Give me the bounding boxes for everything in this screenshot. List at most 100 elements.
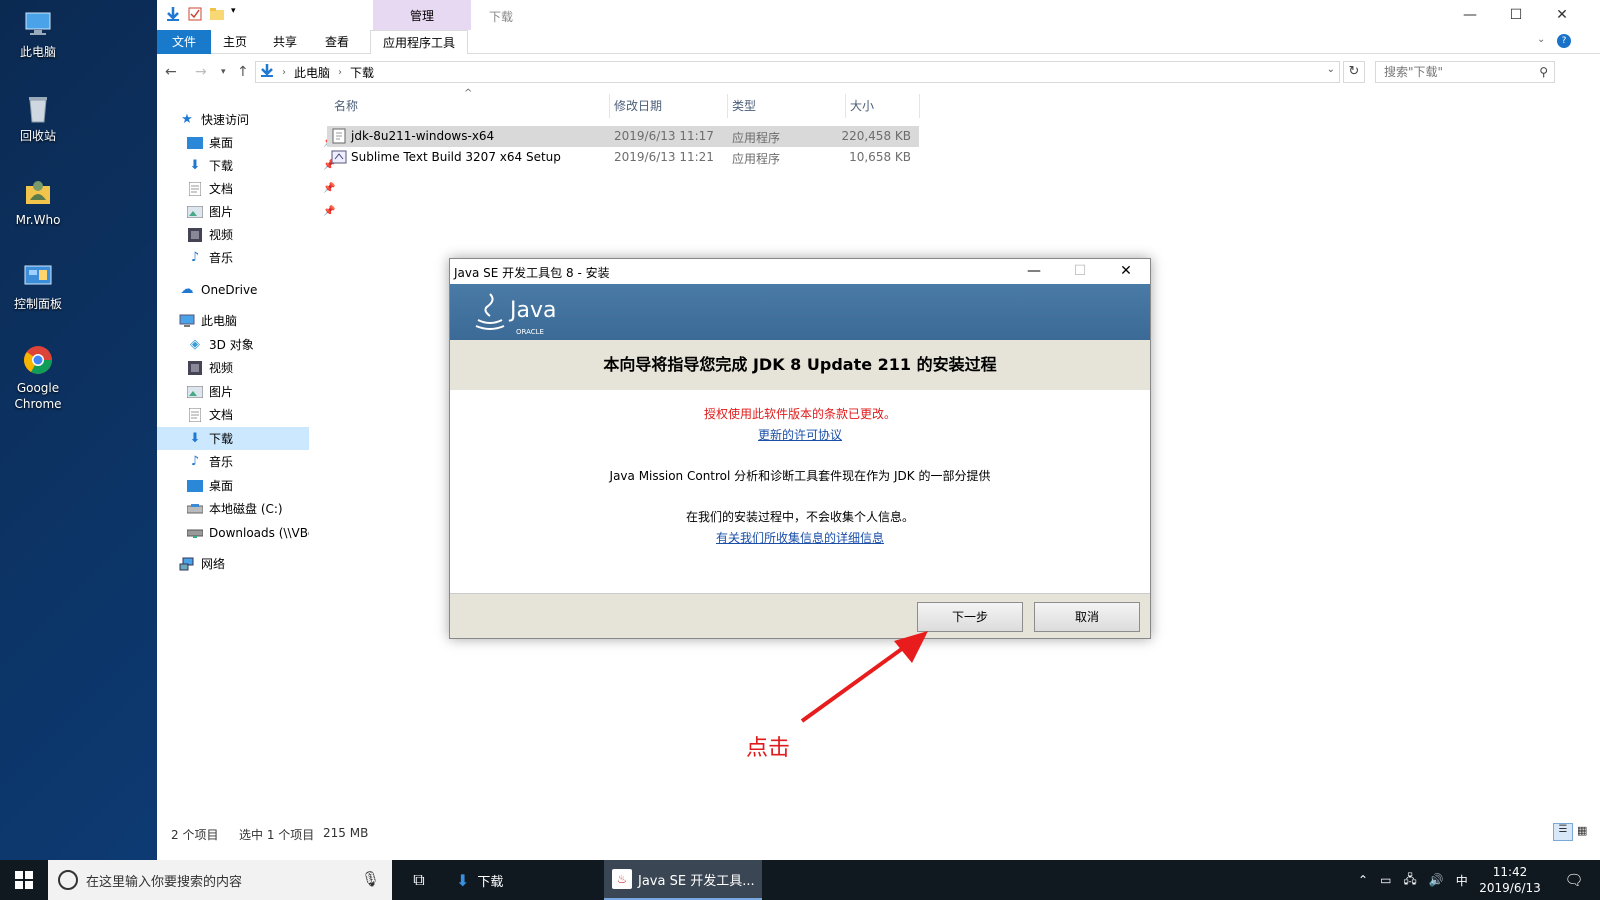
desktop-icon-label: 此电脑 [19,45,56,59]
notification-center-icon[interactable]: 🗨 [1562,860,1586,900]
column-name[interactable]: 名称 [334,94,358,118]
close-button[interactable]: ✕ [1539,0,1585,30]
column-divider[interactable] [845,94,846,118]
desktop-icon-user[interactable]: Mr.Who [8,176,68,228]
dialog-title: Java SE 开发工具包 8 - 安装 [454,266,610,280]
breadcrumb-this-pc[interactable]: 此电脑 [294,64,330,81]
microphone-icon[interactable]: 🎙 [361,870,380,888]
nav-quick-downloads[interactable]: ⬇ 下载 📌 [187,154,336,177]
dialog-maximize-button: ☐ [1073,263,1087,279]
nav-this-pc[interactable]: 此电脑 [179,309,237,332]
nav-documents[interactable]: 文档 [187,403,233,426]
forward-arrow-icon[interactable]: → [195,64,207,80]
download-arrow-icon[interactable] [165,6,181,22]
nav-desktop[interactable]: 桌面 [187,474,233,497]
column-date[interactable]: 修改日期 [614,94,662,118]
back-arrow-icon[interactable]: ← [165,64,177,80]
nav-quick-documents[interactable]: 文档 📌 [187,177,335,200]
nav-network-drive[interactable]: Downloads (\\VBo [187,521,309,544]
taskbar-search-placeholder: 在这里输入你要搜索的内容 [86,874,243,890]
new-folder-icon[interactable] [209,6,225,22]
cloud-icon: ☁ [180,282,194,297]
nav-downloads[interactable]: ⬇ 下载 [157,427,309,450]
desktop-icon-chrome[interactable]: Google Chrome [8,344,68,412]
column-divider[interactable] [727,94,728,118]
nav-videos[interactable]: 视频 [187,356,233,379]
tab-manage[interactable]: 管理 [373,0,471,30]
column-size[interactable]: 大小 [850,94,874,118]
nav-quick-pictures[interactable]: 图片 📌 [187,200,335,223]
address-dropdown-icon[interactable]: ⌄ [1327,64,1335,75]
video-icon [187,227,203,243]
column-type[interactable]: 类型 [732,94,756,118]
tab-share[interactable]: 共享 [265,30,305,54]
battery-icon[interactable]: ▭ [1380,873,1391,887]
ime-indicator[interactable]: 中 [1456,872,1468,889]
nav-local-disk[interactable]: 本地磁盘 (C:) [187,497,283,520]
setup-icon [331,149,347,168]
dialog-close-button[interactable]: ✕ [1104,259,1148,284]
cortana-icon [58,870,78,890]
help-icon[interactable]: ? [1557,34,1571,48]
tab-view[interactable]: 查看 [317,30,357,54]
nav-quick-music[interactable]: ♪ 音乐 [187,246,233,269]
tab-file[interactable]: 文件 [157,30,211,54]
start-button[interactable] [12,860,36,900]
file-row[interactable]: Sublime Text Build 3207 x64 Setup 2019/6… [327,147,919,168]
tab-app-tools[interactable]: 应用程序工具 [370,30,468,54]
tab-home[interactable]: 主页 [215,30,255,54]
nav-network[interactable]: 网络 [179,552,225,575]
breadcrumb-downloads[interactable]: 下载 [350,64,374,81]
file-row[interactable]: jdk-8u211-windows-x64 2019/6/13 11:17 应用… [327,126,919,147]
network-icon[interactable]: 🖧 [1403,870,1416,891]
taskbar-search-box[interactable]: 在这里输入你要搜索的内容 🎙 [48,860,392,900]
taskbar-java-installer[interactable]: ♨ Java SE 开发工具... [604,860,762,900]
license-link-wrap: 更新的许可协议 [450,426,1150,443]
maximize-button[interactable]: ☐ [1493,0,1539,30]
license-changed-text: 授权使用此软件版本的条款已更改。 [703,407,896,421]
large-icons-view-icon[interactable]: ▦ [1577,824,1587,837]
chevron-up-icon[interactable]: ⌃ [1358,873,1368,887]
java-banner: Java ORACLE [450,284,1150,340]
pin-icon: 📌 [323,206,336,217]
nav-music[interactable]: ♪ 音乐 [187,450,233,473]
chevron-down-icon[interactable]: ⌄ [1537,34,1545,45]
nav-pictures[interactable]: 图片 [187,380,233,403]
recent-locations-icon[interactable]: ▾ [221,67,226,77]
desktop-icon-control-panel[interactable]: 控制面板 [8,260,68,312]
privacy-link-wrap: 有关我们所收集信息的详细信息 [450,529,1150,546]
nav-3d-objects[interactable]: ◈ 3D 对象 [187,333,254,356]
task-view-icon[interactable]: ⧉ [404,860,434,900]
up-arrow-icon[interactable]: ↑ [237,64,249,80]
item-count: 2 个项目 [171,828,219,842]
nav-quick-videos[interactable]: 视频 [187,223,233,246]
nav-quick-access[interactable]: ★ 快速访问 [179,108,249,131]
properties-icon[interactable] [187,6,203,22]
search-input[interactable]: 搜索"下载" ⚲ [1375,61,1555,83]
column-divider[interactable] [919,94,920,118]
refresh-icon[interactable]: ↻ [1343,61,1365,83]
license-link[interactable]: 更新的许可协议 [758,428,842,442]
cancel-button[interactable]: 取消 [1034,602,1140,632]
column-divider[interactable] [609,94,610,118]
file-date: 2019/6/13 11:21 [614,150,714,164]
taskbar-explorer-downloads[interactable]: ⬇ 下载 [446,860,592,900]
address-field[interactable]: › 此电脑 › 下载 ⌄ [255,61,1340,83]
taskbar: 在这里输入你要搜索的内容 🎙 ⧉ ⬇ 下载 ♨ Java SE 开发工具... … [0,860,1600,900]
jmc-note: Java Mission Control 分析和诊断工具套件现在作为 JDK 的… [609,469,991,483]
file-name: jdk-8u211-windows-x64 [351,129,495,143]
volume-icon[interactable]: 🔊 [1429,873,1444,887]
user-folder-icon [22,176,54,208]
file-date: 2019/6/13 11:17 [614,129,714,143]
nav-quick-desktop[interactable]: 桌面📌 [187,131,335,154]
dialog-minimize-button[interactable]: — [1012,259,1056,284]
nav-onedrive[interactable]: ☁ OneDrive [179,278,258,301]
privacy-link[interactable]: 有关我们所收集信息的详细信息 [716,531,884,545]
details-view-icon[interactable]: ☰ [1553,823,1573,841]
desktop-icon-recycle-bin[interactable]: 回收站 [8,92,68,144]
clock[interactable]: 11:42 2019/6/13 [1470,864,1550,896]
minimize-button[interactable]: — [1447,0,1493,30]
desktop-icon-this-pc[interactable]: 此电脑 [8,8,68,60]
dropdown-icon[interactable]: ▾ [231,6,247,22]
music-icon: ♪ [190,250,200,265]
